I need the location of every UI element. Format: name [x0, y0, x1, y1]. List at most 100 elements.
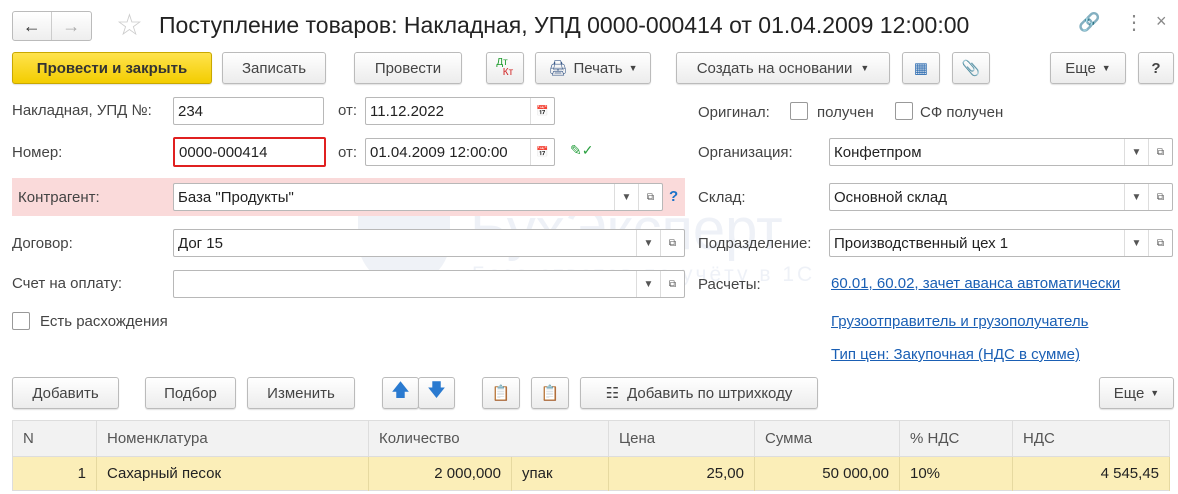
payment-invoice-input[interactable]: ▼ ⧉ [173, 270, 685, 298]
dt-kt-button[interactable]: Дт Кт [486, 52, 524, 84]
col-price[interactable]: Цена [608, 420, 755, 457]
cell-sum[interactable]: 50 000,00 [754, 456, 900, 491]
more-label: Еще [1065, 59, 1096, 77]
paste-icon[interactable]: 📋 [531, 377, 569, 409]
printer-icon: 🖨 [548, 60, 568, 77]
col-vat[interactable]: НДС [1012, 420, 1170, 457]
warehouse-input[interactable]: Основной склад ▼ ⧉ [829, 183, 1173, 211]
warehouse-value: Основной склад [834, 188, 948, 206]
open-icon[interactable]: ⧉ [1148, 184, 1172, 210]
number-edit-check-icon[interactable]: ✎✓ [570, 142, 593, 159]
table-more-button[interactable]: Еще ▼ [1099, 377, 1174, 409]
page-title: Поступление товаров: Накладная, УПД 0000… [159, 12, 970, 38]
col-vat-rate[interactable]: % НДС [899, 420, 1013, 457]
chevron-down-icon: ▼ [1150, 388, 1160, 398]
forward-arrow-icon[interactable]: → [52, 12, 91, 40]
move-up-button[interactable]: 🡅 [382, 377, 419, 409]
post-and-close-button[interactable]: Провести и закрыть [12, 52, 212, 84]
col-sum[interactable]: Сумма [754, 420, 900, 457]
doc-date-value: 01.04.2009 12:00:00 [370, 143, 508, 161]
division-value: Производственный цех 1 [834, 234, 1009, 252]
favorite-star-icon[interactable]: ☆ [116, 8, 143, 43]
received-checkbox[interactable] [790, 102, 808, 120]
cell-unit[interactable]: упак [511, 456, 609, 491]
original-label: Оригинал: [698, 104, 770, 121]
table-row[interactable]: 1 Сахарный песок 2 000,000 упак 25,00 50… [12, 456, 1170, 491]
chevron-down-icon[interactable]: ▼ [1124, 184, 1148, 210]
warehouse-label: Склад: [698, 189, 746, 206]
col-n[interactable]: N [12, 420, 97, 457]
open-icon[interactable]: ⧉ [638, 184, 662, 210]
save-button[interactable]: Записать [222, 52, 326, 84]
post-button[interactable]: Провести [354, 52, 462, 84]
shipper-consignee-link[interactable]: Грузоотправитель и грузополучатель [831, 313, 1088, 330]
counterparty-value: База "Продукты" [178, 188, 294, 206]
chevron-down-icon[interactable]: ▼ [1124, 139, 1148, 165]
received-label: получен [817, 104, 874, 121]
cell-price[interactable]: 25,00 [608, 456, 755, 491]
invoice-number-input[interactable]: 234 [173, 97, 324, 125]
organization-label: Организация: [698, 144, 793, 161]
discrepancy-checkbox[interactable] [12, 312, 30, 330]
print-button[interactable]: 🖨 Печать ▼ [535, 52, 651, 84]
contract-value: Дог 15 [178, 234, 223, 252]
cell-quantity[interactable]: 2 000,000 [368, 456, 512, 491]
col-quantity[interactable]: Количество [368, 420, 512, 457]
chevron-down-icon[interactable]: ▼ [1124, 230, 1148, 256]
open-icon[interactable]: ⧉ [660, 271, 684, 297]
discrepancy-label: Есть расхождения [40, 313, 168, 330]
division-input[interactable]: Производственный цех 1 ▼ ⧉ [829, 229, 1173, 257]
edit-button[interactable]: Изменить [247, 377, 355, 409]
counterparty-input[interactable]: База "Продукты" ▼ ⧉ [173, 183, 663, 211]
help-button[interactable]: ? [1138, 52, 1174, 84]
chevron-down-icon: ▼ [628, 63, 638, 73]
pick-button[interactable]: Подбор [145, 377, 236, 409]
more-menu-icon[interactable]: ⋮ [1124, 10, 1144, 35]
print-label: Печать [573, 59, 623, 77]
payment-invoice-label: Счет на оплату: [12, 275, 123, 292]
cell-vat[interactable]: 4 545,45 [1012, 456, 1170, 491]
chevron-down-icon: ▼ [860, 63, 870, 73]
copy-icon[interactable]: 📋 [482, 377, 520, 409]
attachment-icon[interactable]: 📎 [952, 52, 990, 84]
open-icon[interactable]: ⧉ [1148, 230, 1172, 256]
back-arrow-icon[interactable]: ← [13, 12, 52, 40]
move-down-button[interactable]: 🡇 [418, 377, 455, 409]
chevron-down-icon[interactable]: ▼ [614, 184, 638, 210]
invoice-date-value: 11.12.2022 [370, 102, 444, 120]
invoice-number-label: Накладная, УПД №: [12, 102, 152, 119]
counterparty-help-icon[interactable]: ? [669, 188, 678, 205]
cell-vat-rate[interactable]: 10% [899, 456, 1013, 491]
chevron-down-icon: ▼ [1101, 63, 1111, 73]
structure-icon[interactable]: ▦ [902, 52, 940, 84]
doc-date-input[interactable]: 01.04.2009 12:00:00 📅 [365, 138, 555, 166]
col-unit[interactable] [511, 420, 609, 457]
number-label: Номер: [12, 144, 63, 161]
nav-buttons: ← → [12, 11, 92, 41]
add-by-barcode-button[interactable]: ☷ Добавить по штрихкоду [580, 377, 818, 409]
organization-input[interactable]: Конфетпром ▼ ⧉ [829, 138, 1173, 166]
table-more-label: Еще [1113, 384, 1145, 402]
create-based-on-button[interactable]: Создать на основании ▼ [676, 52, 890, 84]
link-icon[interactable]: 🔗 [1078, 12, 1100, 33]
calendar-icon[interactable]: 📅 [530, 139, 554, 165]
sf-received-checkbox[interactable] [895, 102, 913, 120]
contract-label: Договор: [12, 235, 73, 252]
cell-nomenclature[interactable]: Сахарный песок [96, 456, 369, 491]
close-icon[interactable]: × [1156, 11, 1167, 32]
chevron-down-icon[interactable]: ▼ [636, 271, 660, 297]
open-icon[interactable]: ⧉ [1148, 139, 1172, 165]
number-input[interactable]: 0000-000414 [173, 137, 326, 167]
division-label: Подразделение: [698, 235, 812, 252]
add-button[interactable]: Добавить [12, 377, 119, 409]
invoice-date-input[interactable]: 11.12.2022 📅 [365, 97, 555, 125]
chevron-down-icon[interactable]: ▼ [636, 230, 660, 256]
calendar-icon[interactable]: 📅 [530, 98, 554, 124]
settlements-link[interactable]: 60.01, 60.02, зачет аванса автоматически [831, 275, 1120, 292]
open-icon[interactable]: ⧉ [660, 230, 684, 256]
add-by-barcode-label: Добавить по штрихкоду [627, 384, 793, 402]
price-type-link[interactable]: Тип цен: Закупочная (НДС в сумме) [831, 346, 1080, 363]
col-nomenclature[interactable]: Номенклатура [96, 420, 369, 457]
contract-input[interactable]: Дог 15 ▼ ⧉ [173, 229, 685, 257]
more-button[interactable]: Еще ▼ [1050, 52, 1126, 84]
